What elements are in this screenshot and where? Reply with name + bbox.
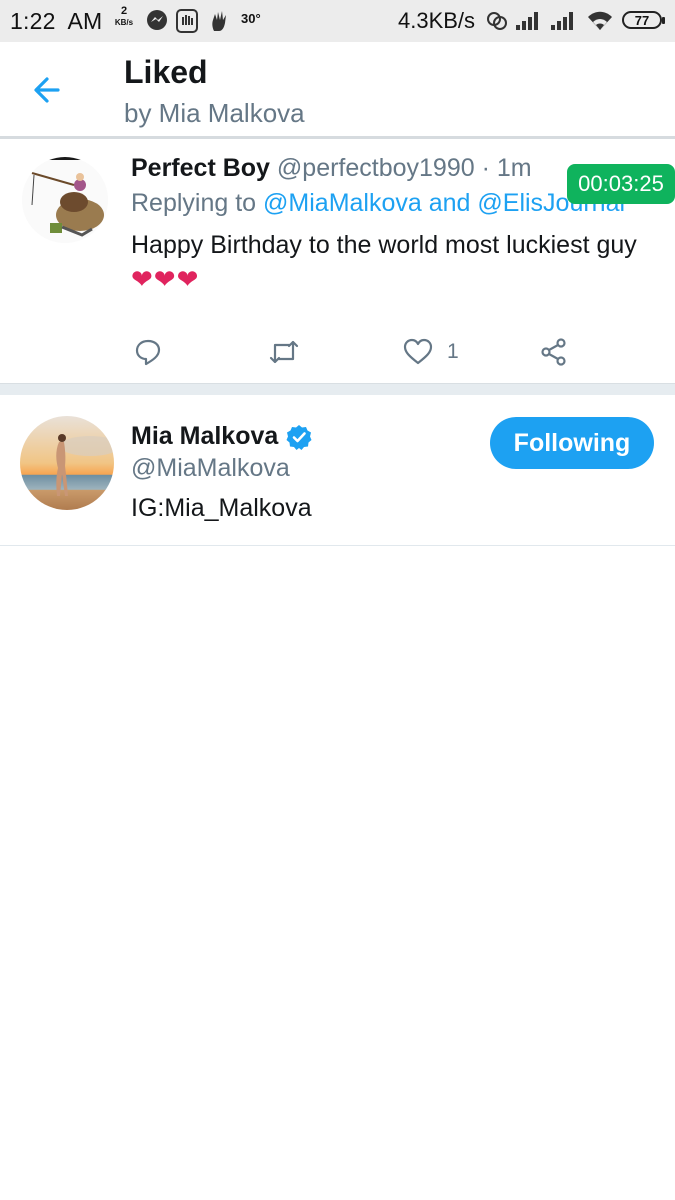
tweet-author-handle[interactable]: @perfectboy1990 [277, 154, 475, 182]
header: Liked by Mia Malkova [0, 42, 675, 136]
like-button[interactable]: 1 [403, 335, 459, 369]
share-icon [541, 338, 566, 366]
section-divider [0, 383, 675, 395]
cartoon-avatar-image [22, 157, 108, 243]
status-time: 1:22 AM [10, 8, 103, 34]
user-name-text: Mia Malkova [131, 422, 279, 450]
tweet-time: · 1m [481, 154, 532, 182]
tweet-text: Happy Birthday to the world most luckies… [131, 228, 661, 297]
retweet-button[interactable] [268, 335, 300, 369]
status-bar: 1:22 AM 2 KB/s 30° 4.3KB/s 77 [0, 0, 675, 42]
status-temperature: 30° [241, 11, 261, 26]
page-title: Liked [124, 54, 208, 90]
user-avatar[interactable] [20, 416, 114, 510]
tweet[interactable]: Perfect Boy @perfectboy1990 · 1m Replyin… [0, 139, 675, 383]
timer-overlay[interactable]: 00:03:25 [567, 164, 675, 204]
status-network-speed: 4.3KB/s [398, 8, 476, 33]
replying-to: Replying to @MiaMalkova and @ElisJournal [131, 189, 631, 218]
following-button[interactable]: Following [490, 417, 654, 469]
messenger-icon [146, 9, 168, 37]
signal-icon [515, 11, 543, 37]
user-name[interactable]: Mia Malkova [131, 422, 312, 451]
tweet-body: Happy Birthday to the world most luckies… [131, 231, 637, 259]
like-count: 1 [447, 340, 459, 363]
tweet-header: Perfect Boy @perfectboy1990 · 1m [131, 154, 532, 183]
signal-icon-2 [550, 11, 578, 37]
hand-icon [209, 9, 231, 39]
user-handle: @MiaMalkova [131, 454, 290, 482]
reply-icon [135, 339, 161, 366]
retweet-icon [269, 340, 299, 364]
wifi-icon [585, 10, 615, 38]
back-arrow-icon [34, 77, 60, 103]
share-button[interactable] [540, 335, 568, 369]
hand-app-icon [176, 9, 198, 39]
page-subtitle: by Mia Malkova [124, 98, 305, 128]
status-speed-small: 2 KB/s [114, 5, 134, 28]
verified-badge-icon [286, 424, 312, 450]
beach-photo-avatar-image [20, 416, 114, 510]
heart-emoji-icon: ❤❤❤ [131, 264, 200, 294]
replying-to-prefix: Replying to [131, 189, 257, 217]
heart-icon [403, 338, 433, 365]
user-bio: IG:Mia_Malkova [131, 494, 312, 522]
user-card-divider [0, 545, 675, 546]
back-button[interactable] [28, 70, 68, 110]
link-icon [486, 11, 508, 37]
reply-button[interactable] [134, 335, 162, 369]
tweet-actions: 1 [0, 335, 675, 369]
battery-icon: 77 [622, 11, 665, 29]
avatar[interactable] [22, 157, 108, 243]
tweet-author-name[interactable]: Perfect Boy [131, 154, 270, 182]
user-card[interactable]: Mia Malkova @MiaMalkova IG:Mia_Malkova F… [0, 395, 675, 545]
